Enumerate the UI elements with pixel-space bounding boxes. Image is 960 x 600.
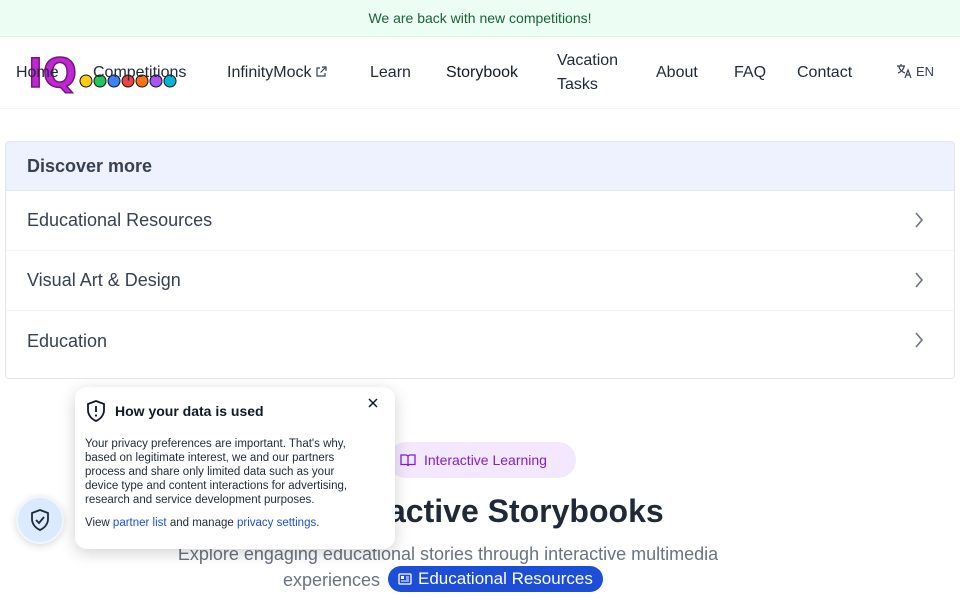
- nav-storybook[interactable]: Storybook: [446, 61, 518, 85]
- interactive-learning-badge: Interactive Learning: [388, 442, 576, 478]
- discover-item-label: Education: [27, 330, 108, 351]
- privacy-popup: How your data is used Your privacy prefe…: [75, 387, 395, 549]
- close-icon[interactable]: [367, 397, 379, 409]
- badge-label: Interactive Learning: [424, 452, 547, 468]
- book-open-icon: [400, 454, 416, 467]
- shield-alert-icon: [87, 400, 105, 422]
- footer-text-period: .: [316, 517, 320, 529]
- nav-vacation-label: Vacation: [557, 52, 619, 69]
- privacy-popup-title: How your data is used: [115, 403, 264, 419]
- privacy-settings-button[interactable]: [16, 496, 64, 544]
- nav-learn[interactable]: Learn: [370, 61, 411, 85]
- privacy-popup-footer: View partner list and manage privacy set…: [85, 517, 385, 529]
- discover-more-title: Discover more: [6, 142, 954, 191]
- nav-about[interactable]: About: [656, 61, 698, 85]
- page-title: active Storybooks: [388, 493, 664, 530]
- chevron-right-icon: [915, 332, 924, 348]
- nav-contact[interactable]: Contact: [797, 61, 852, 85]
- nav-competitions[interactable]: Competitions: [93, 61, 186, 85]
- discover-more-panel: Discover more Educational Resources Visu…: [5, 141, 955, 379]
- navbar: IQ Home Competitions InfinityMock Learn …: [0, 37, 960, 109]
- partner-list-link[interactable]: partner list: [113, 517, 167, 529]
- external-link-icon: [316, 66, 328, 77]
- discover-item-label: Visual Art & Design: [27, 270, 181, 290]
- nav-faq[interactable]: FAQ: [734, 61, 766, 85]
- page-subtitle-line2: experiences: [283, 570, 381, 590]
- newspaper-icon: [398, 573, 412, 585]
- chip-label: Educational Resources: [418, 569, 593, 588]
- privacy-popup-body: Your privacy preferences are important. …: [85, 438, 348, 506]
- privacy-settings-link[interactable]: privacy settings: [237, 517, 316, 529]
- nav-tasks-label: Tasks: [557, 76, 598, 93]
- chevron-right-icon: [915, 272, 924, 288]
- shield-check-icon: [31, 509, 49, 531]
- discover-item-label: Educational Resources: [27, 210, 213, 230]
- educational-resources-chip[interactable]: Educational Resources: [388, 566, 603, 592]
- nav-vacation-tasks[interactable]: Vacation Tasks: [557, 49, 618, 97]
- translate-icon: [897, 64, 912, 79]
- nav-infinitymock-label: InfinityMock: [227, 64, 312, 81]
- discover-item-education[interactable]: Education: [6, 311, 954, 371]
- language-code: EN: [916, 63, 935, 79]
- discover-item-visual-art[interactable]: Visual Art & Design: [6, 251, 954, 311]
- footer-text-manage: and manage: [169, 517, 234, 529]
- discover-item-educational-resources[interactable]: Educational Resources: [6, 191, 954, 251]
- language-selector[interactable]: EN: [896, 63, 934, 79]
- nav-infinitymock[interactable]: InfinityMock: [227, 61, 328, 85]
- page-title-text: active Storybooks: [388, 493, 664, 529]
- announcement-banner: We are back with new competitions!: [0, 0, 960, 37]
- banner-text: We are back with new competitions!: [368, 10, 592, 26]
- nav-home[interactable]: Home: [16, 61, 59, 85]
- chevron-right-icon: [915, 212, 924, 228]
- privacy-popup-header: How your data is used: [85, 399, 385, 423]
- footer-text-view: View: [85, 517, 110, 529]
